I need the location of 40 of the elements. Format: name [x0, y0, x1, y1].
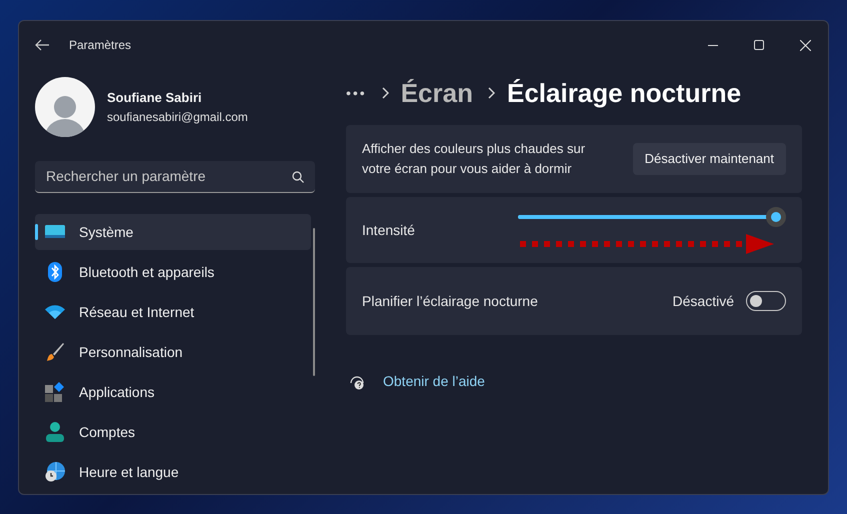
chevron-right-icon	[486, 87, 495, 99]
page-title: Éclairage nocturne	[506, 76, 742, 110]
globe-clock-icon	[45, 462, 65, 482]
window-title: Paramètres	[69, 37, 132, 54]
scrollbar[interactable]	[313, 228, 315, 376]
slider-thumb[interactable]	[766, 206, 786, 226]
maximize-icon[interactable]	[754, 40, 764, 50]
chevron-right-icon	[380, 87, 389, 99]
setting-label: Planifier l’éclairage nocturne	[362, 292, 538, 311]
help-link[interactable]: Obtenir de l’aide	[383, 371, 485, 392]
toggle-state-label: Désactivé	[672, 292, 734, 310]
wifi-icon	[45, 305, 65, 319]
search-field[interactable]: Rechercher un paramètre	[46, 166, 276, 187]
slider-track[interactable]	[518, 206, 786, 226]
sidebar-item[interactable]: Réseau et Internet	[35, 294, 311, 330]
breadcrumb-overflow[interactable]: •••	[346, 82, 367, 104]
back-arrow-icon[interactable]	[35, 39, 49, 51]
help-icon	[349, 374, 365, 390]
sidebar-item[interactable]: Personnalisation	[35, 334, 311, 370]
sidebar-item[interactable]: Bluetooth et appareils	[35, 254, 311, 290]
breadcrumb-link[interactable]: Écran	[400, 74, 473, 112]
sidebar-item[interactable]: Heure et langue	[35, 454, 311, 490]
bluetooth-icon	[48, 262, 62, 282]
sidebar-item[interactable]: Comptes	[35, 414, 311, 450]
apps-icon	[45, 382, 65, 402]
setting-description: Afficher des couleurs plus chaudes sur votre écran pour vous aider à dormir	[362, 140, 586, 178]
search-icon	[292, 170, 304, 182]
account-name: Soufiane Sabiri	[107, 89, 203, 108]
setting-label: Intensité	[362, 220, 415, 240]
account-email: soufianesabiri@gmail.com	[107, 108, 248, 126]
monitor-icon	[45, 224, 65, 240]
person-icon	[46, 422, 64, 442]
paintbrush-icon	[45, 342, 65, 362]
toggle-switch[interactable]	[746, 291, 786, 311]
close-icon[interactable]	[800, 40, 810, 50]
minimize-icon[interactable]	[708, 44, 718, 46]
turn-off-now-button[interactable]: Désactiver maintenant	[632, 143, 786, 175]
sidebar-item[interactable]: Système	[35, 214, 311, 250]
search-bar[interactable]: Rechercher un paramètre	[35, 161, 315, 193]
sidebar-item[interactable]: Applications	[35, 374, 311, 410]
